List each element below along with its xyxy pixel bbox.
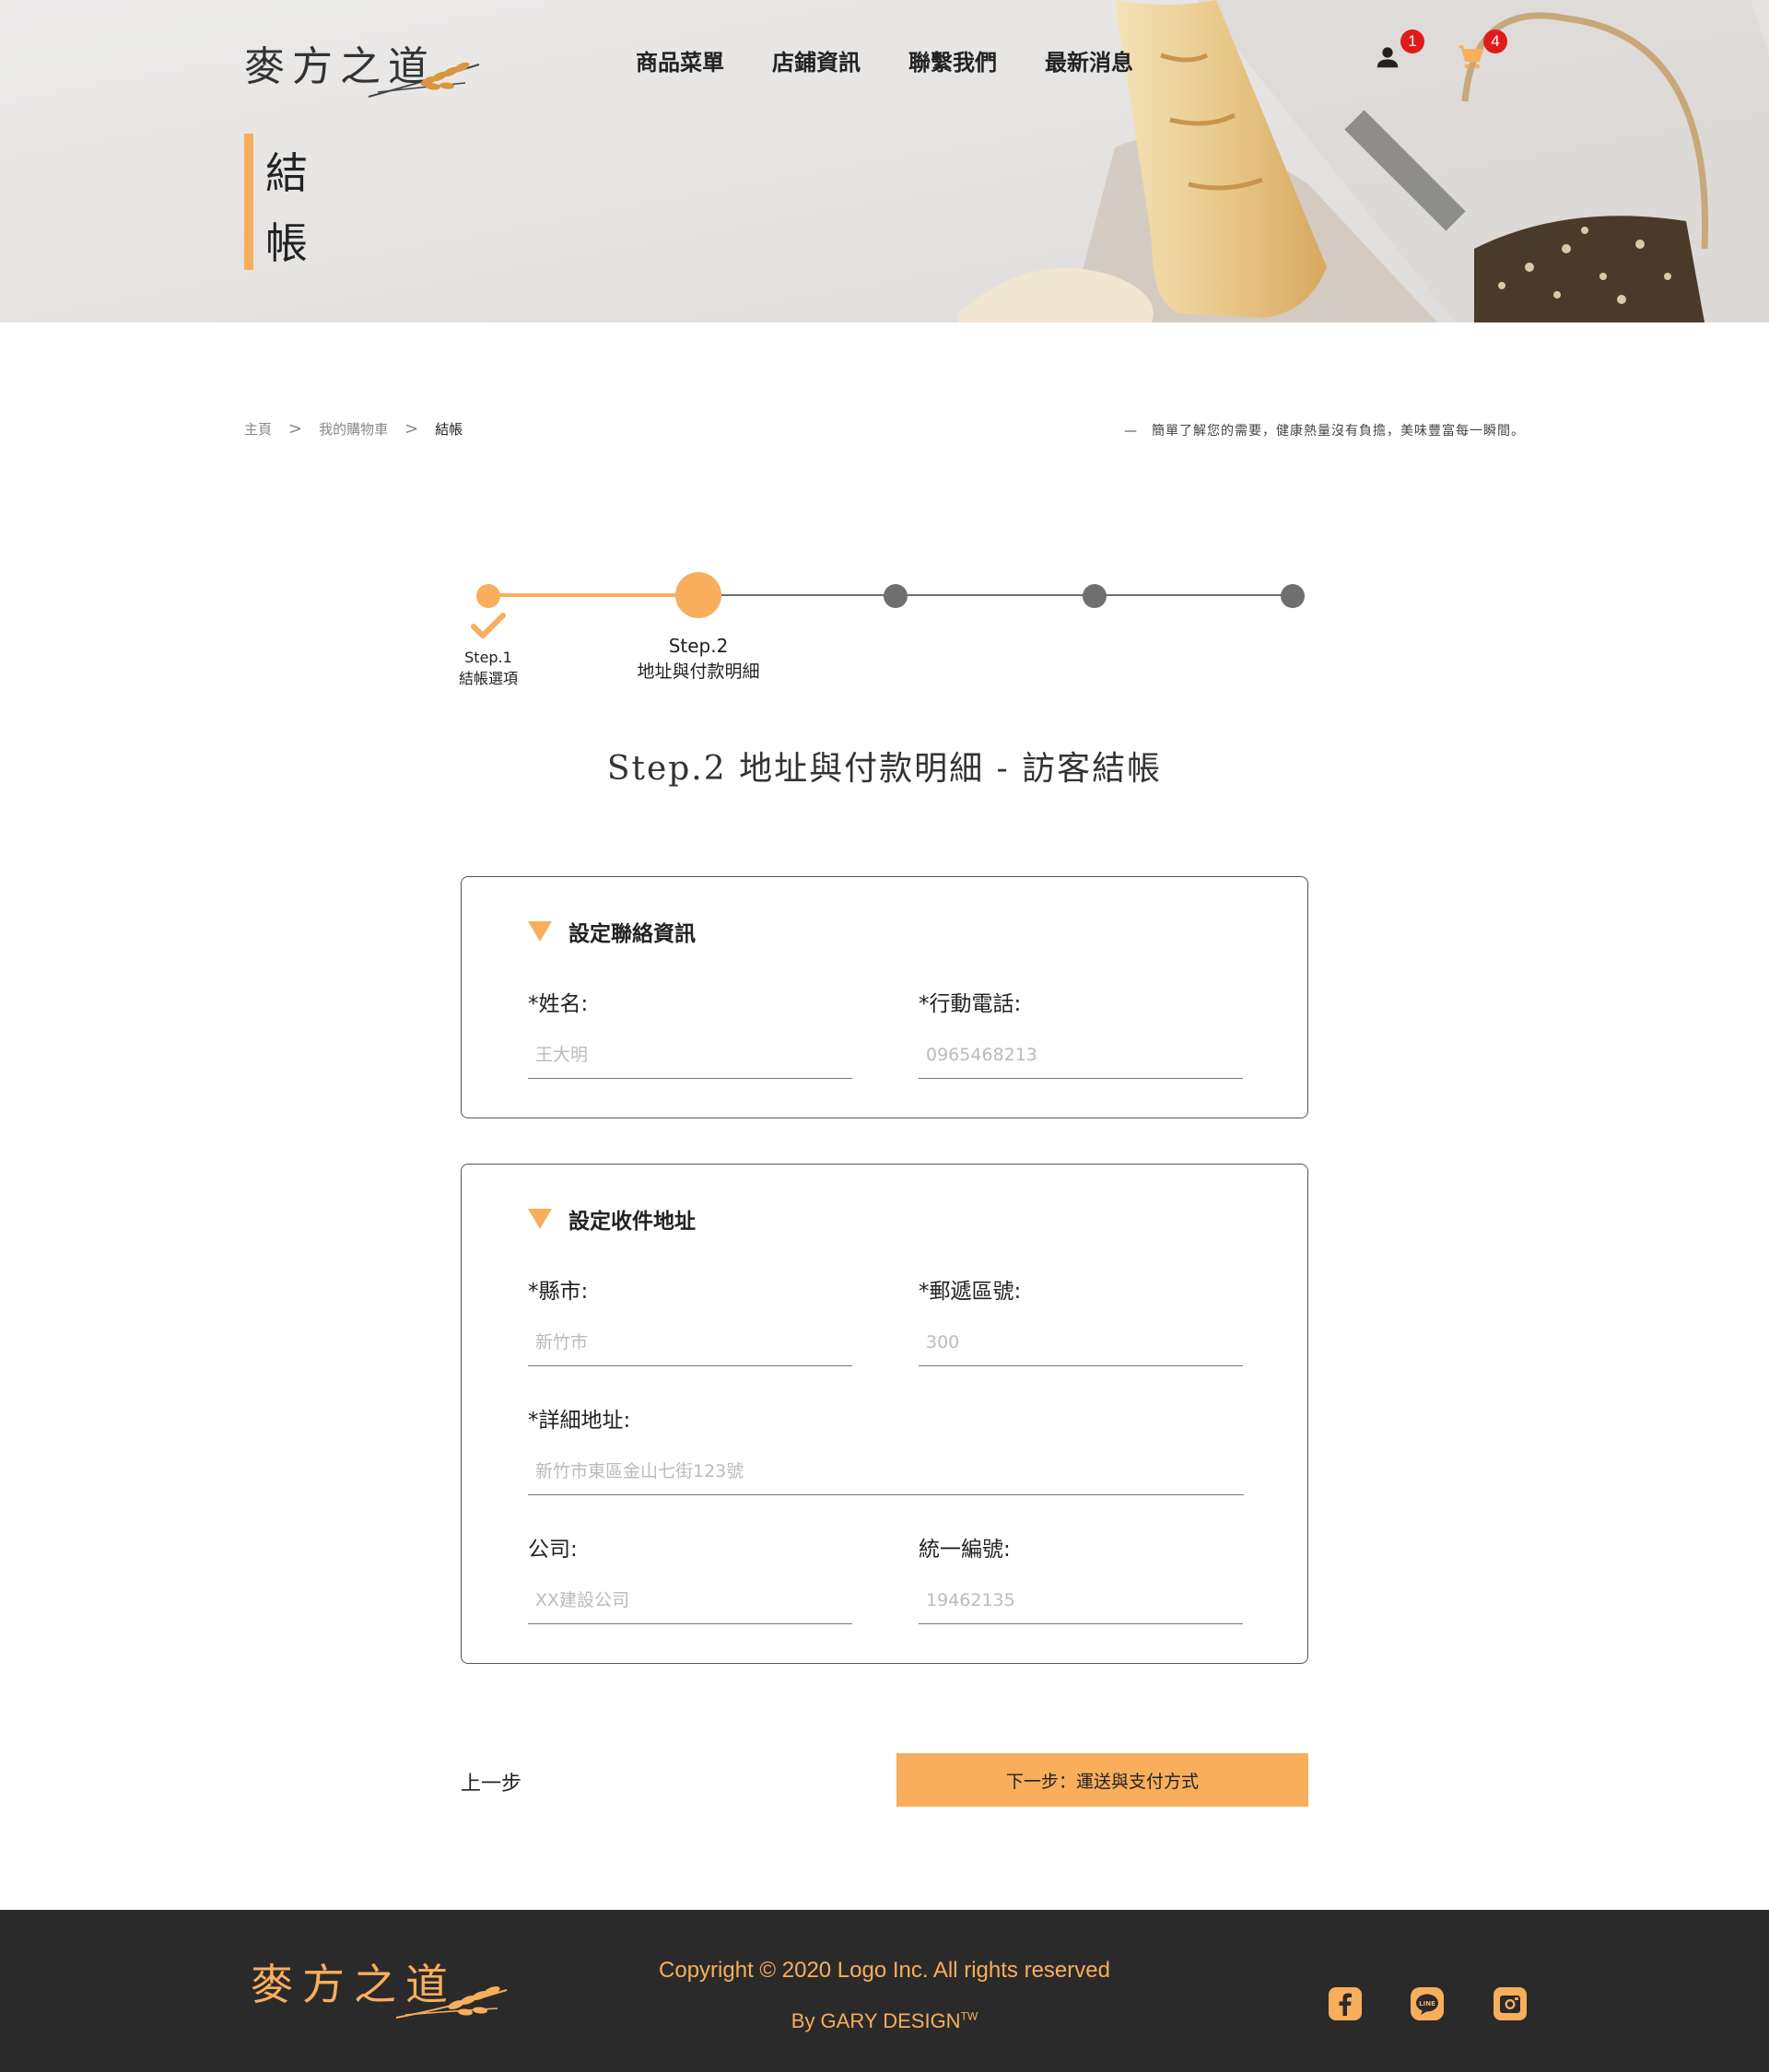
phone-input[interactable] [919,1039,1243,1079]
shipping-address-heading: 設定收件地址 [568,1210,696,1234]
zip-field: *郵遞區號: [919,1273,1243,1366]
user-button[interactable]: 1 [1371,29,1424,74]
collapse-triangle-icon [528,1209,552,1229]
step-2-dot[interactable] [675,572,721,618]
step-1-subtitle: 結帳選項 [458,670,518,687]
nav-store-info[interactable]: 店鋪資訊 [772,44,861,76]
breadcrumb-cart[interactable]: 我的購物車 [319,419,388,439]
contact-info-heading: 設定聯絡資訊 [568,922,696,946]
next-step-button[interactable]: 下一步：運送與支付方式 [896,1753,1308,1807]
page-title: 結帳 [265,148,308,268]
step-5-dot [1281,584,1305,608]
main-nav: 商品菜單 店鋪資訊 聯繫我們 最新消息 [636,44,1133,76]
breadcrumb-separator: > [404,419,419,439]
step-1-dot[interactable] [476,584,500,608]
contact-info-header[interactable]: 設定聯絡資訊 [528,916,696,947]
hero-banner: 麥方之道 商品菜單 店鋪資訊 聯繫我們 最新消息 1 4 結帳 [0,0,1769,322]
step-line-pending [698,594,1293,596]
facebook-link[interactable] [1329,1987,1362,2020]
zip-label: *郵遞區號: [919,1280,1022,1304]
step-1-title: Step.1 [464,649,512,666]
phone-field: *行動電話: [919,986,1243,1079]
shipping-address-header[interactable]: 設定收件地址 [528,1203,696,1235]
line-link[interactable]: LINE [1411,1987,1444,2020]
step-2-subtitle: 地址與付款明細 [637,661,760,682]
nav-news[interactable]: 最新消息 [1045,44,1133,76]
cart-badge: 4 [1483,29,1507,53]
cart-icon [1459,45,1483,69]
step-1-label: Step.1 結帳選項 [433,647,544,689]
designer-name: By GARY DESIGN [791,2009,961,2032]
checkmark-icon [471,613,506,638]
facebook-icon [1339,1993,1352,2016]
line-icon: LINE [1416,1994,1438,2015]
cart-button[interactable]: 4 [1454,29,1507,74]
tax-id-label: 統一編號: [919,1538,1011,1562]
shipping-address-card: 設定收件地址 *縣市: *郵遞區號: *詳細地址: 公司: 統一編號: [461,1164,1308,1664]
company-field: 公司: [528,1531,852,1624]
zip-input[interactable] [919,1327,1243,1366]
step-3-dot [884,584,908,608]
title-accent-bar [244,134,253,270]
wheat-icon [368,62,480,98]
step-4-dot [1083,584,1107,608]
site-footer: 麥方之道 Copyright © 2020 Logo Inc. All righ… [0,1910,1769,2072]
address-detail-input[interactable] [528,1456,1244,1495]
company-label: 公司: [528,1538,578,1562]
step-line-complete [488,593,698,597]
site-logo[interactable]: 麥方之道 [244,28,480,98]
nav-contact[interactable]: 聯繫我們 [908,44,997,76]
slogan: — 簡單了解您的需要，健康熱量沒有負擔，美味豐富每一瞬間。 [1124,424,1525,439]
breadcrumb-separator: > [288,419,303,439]
tax-id-input[interactable] [919,1585,1243,1624]
name-field: *姓名: [528,986,852,1079]
name-input[interactable] [528,1039,852,1079]
address-detail-label: *詳細地址: [528,1409,631,1433]
city-input[interactable] [528,1327,852,1366]
svg-text:LINE: LINE [1419,2000,1435,2008]
breadcrumb-current: 結帳 [435,421,463,438]
phone-label: *行動電話: [919,992,1022,1016]
section-title: Step.2 地址與付款明細 - 訪客結帳 [606,750,1163,788]
previous-step-button[interactable]: 上一步 [461,1767,521,1797]
breadcrumb: 主頁 > 我的購物車 > 結帳 [244,419,463,439]
step-2-title: Step.2 [668,635,729,657]
nav-products[interactable]: 商品菜單 [636,44,724,76]
breadcrumb-home[interactable]: 主頁 [244,419,272,439]
address-detail-field: *詳細地址: [528,1402,1244,1495]
collapse-triangle-icon [528,921,552,942]
instagram-link[interactable] [1494,1987,1527,2020]
city-field: *縣市: [528,1273,852,1366]
trademark-mark: TW [960,2009,978,2023]
instagram-icon [1500,1996,1520,2013]
step-2-label: Step.2 地址與付款明細 [606,633,791,685]
copyright-text: Copyright © 2020 Logo Inc. All rights re… [659,1958,1110,1983]
name-label: *姓名: [528,992,589,1016]
user-icon [1377,47,1399,68]
company-input[interactable] [528,1585,852,1624]
user-badge: 1 [1400,29,1424,53]
city-label: *縣市: [528,1280,589,1304]
contact-info-card: 設定聯絡資訊 *姓名: *行動電話: [461,876,1308,1118]
tax-id-field: 統一編號: [919,1531,1243,1624]
